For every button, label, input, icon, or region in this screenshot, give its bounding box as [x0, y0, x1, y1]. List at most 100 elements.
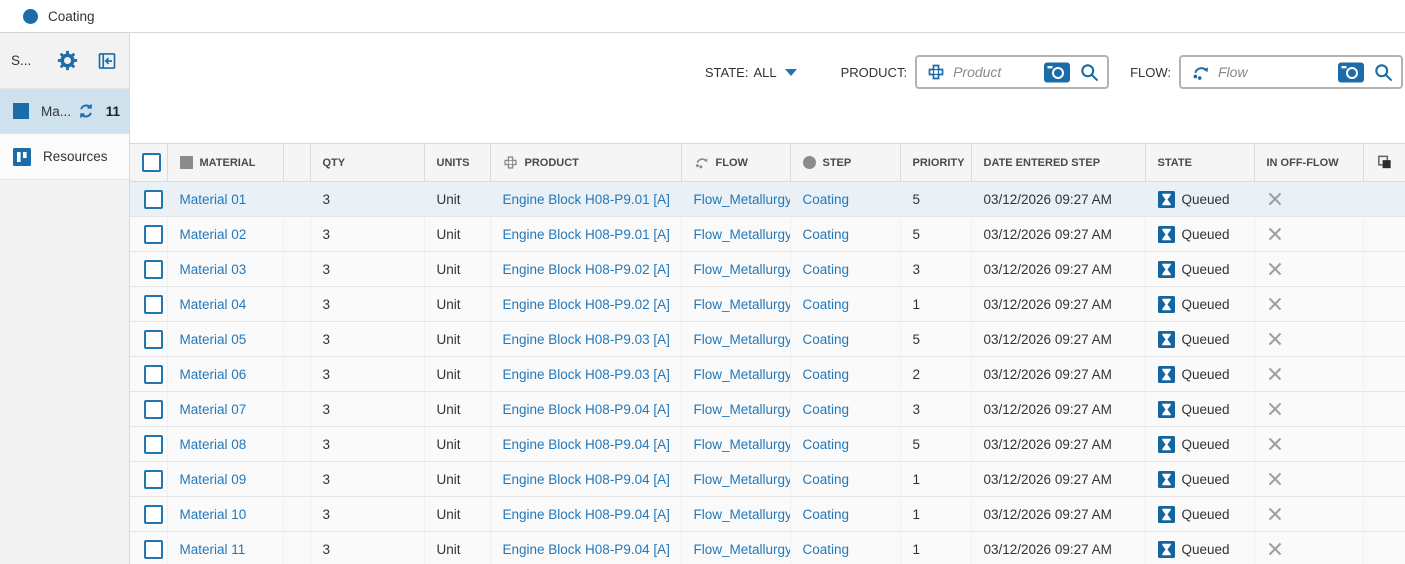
table-body: Material 01 3 Unit Engine Block H08-P9.01 [… — [130, 182, 1405, 564]
material-link[interactable]: Material 09 — [180, 472, 247, 487]
flow-link[interactable]: Flow_Metallurgy — [694, 437, 791, 452]
product-search-input[interactable]: Product — [915, 55, 1109, 89]
material-link[interactable]: Material 03 — [180, 262, 247, 277]
row-checkbox[interactable] — [144, 470, 163, 489]
units-cell: Unit — [424, 182, 490, 217]
row-checkbox[interactable] — [144, 260, 163, 279]
row-checkbox[interactable] — [144, 540, 163, 559]
priority-cell: 3 — [900, 392, 971, 427]
product-link[interactable]: Engine Block H08-P9.03 [A] — [503, 367, 670, 382]
flow-search-input[interactable]: Flow — [1179, 55, 1403, 89]
product-link[interactable]: Engine Block H08-P9.04 [A] — [503, 402, 670, 417]
collapse-panel-icon[interactable] — [97, 51, 117, 71]
flow-link[interactable]: Flow_Metallurgy — [694, 297, 791, 312]
material-link[interactable]: Material 04 — [180, 297, 247, 312]
flow-link[interactable]: Flow_Metallurgy — [694, 262, 791, 277]
state-filter-label: STATE: — [705, 65, 749, 80]
material-link[interactable]: Material 02 — [180, 227, 247, 242]
material-link[interactable]: Material 05 — [180, 332, 247, 347]
offflow-x-icon — [1267, 401, 1363, 417]
flow-link[interactable]: Flow_Metallurgy — [694, 367, 791, 382]
priority-cell: 2 — [900, 357, 971, 392]
step-link[interactable]: Coating — [803, 262, 850, 277]
sidebar-item-materials[interactable]: Ma... 11 — [0, 88, 129, 134]
row-checkbox[interactable] — [144, 400, 163, 419]
flow-link[interactable]: Flow_Metallurgy — [694, 507, 791, 522]
search-icon[interactable] — [1079, 62, 1100, 83]
flow-link[interactable]: Flow_Metallurgy — [694, 192, 791, 207]
step-link[interactable]: Coating — [803, 507, 850, 522]
empty-cell — [1363, 287, 1405, 322]
column-header-date[interactable]: DATE ENTERED STEP — [971, 144, 1145, 182]
product-link[interactable]: Engine Block H08-P9.04 [A] — [503, 437, 670, 452]
gear-icon[interactable] — [57, 50, 78, 71]
product-link[interactable]: Engine Block H08-P9.02 [A] — [503, 297, 670, 312]
row-checkbox[interactable] — [144, 505, 163, 524]
spacer-cell — [283, 217, 310, 252]
queued-state-icon — [1158, 436, 1175, 453]
spacer-cell — [283, 252, 310, 287]
table-row: Material 053UnitEngine Block H08-P9.03 [… — [130, 322, 1405, 357]
product-link[interactable]: Engine Block H08-P9.01 [A] — [503, 192, 670, 207]
material-link[interactable]: Material 10 — [180, 507, 247, 522]
table-row: Material 073UnitEngine Block H08-P9.04 [… — [130, 392, 1405, 427]
flow-link[interactable]: Flow_Metallurgy — [694, 542, 791, 557]
step-link[interactable]: Coating — [803, 437, 850, 452]
row-checkbox[interactable] — [144, 330, 163, 349]
column-header-units[interactable]: UNITS — [424, 144, 490, 182]
step-link[interactable]: Coating — [803, 542, 850, 557]
product-link[interactable]: Engine Block H08-P9.04 [A] — [503, 507, 670, 522]
column-header-state[interactable]: STATE — [1145, 144, 1254, 182]
column-header-product[interactable]: PRODUCT — [525, 157, 579, 169]
refresh-icon[interactable] — [77, 102, 95, 120]
product-link[interactable]: Engine Block H08-P9.01 [A] — [503, 227, 670, 242]
column-header-flow[interactable]: FLOW — [716, 157, 748, 169]
material-link[interactable]: Material 11 — [180, 542, 246, 557]
step-link[interactable]: Coating — [803, 192, 850, 207]
select-all-checkbox[interactable] — [142, 153, 161, 172]
row-checkbox[interactable] — [144, 225, 163, 244]
offflow-x-icon — [1267, 261, 1363, 277]
flow-link[interactable]: Flow_Metallurgy — [694, 472, 791, 487]
date-entered-cell: 03/12/2026 09:27 AM — [971, 252, 1145, 287]
column-header-qty[interactable]: QTY — [310, 144, 424, 182]
state-label: Queued — [1182, 192, 1230, 207]
flow-link[interactable]: Flow_Metallurgy — [694, 332, 791, 347]
material-link[interactable]: Material 08 — [180, 437, 247, 452]
row-checkbox[interactable] — [144, 190, 163, 209]
date-entered-cell: 03/12/2026 09:27 AM — [971, 182, 1145, 217]
step-link[interactable]: Coating — [803, 227, 850, 242]
search-icon[interactable] — [1373, 62, 1394, 83]
row-checkbox[interactable] — [144, 435, 163, 454]
step-link[interactable]: Coating — [803, 472, 850, 487]
empty-cell — [1363, 497, 1405, 532]
priority-cell: 1 — [900, 287, 971, 322]
product-link[interactable]: Engine Block H08-P9.02 [A] — [503, 262, 670, 277]
product-link[interactable]: Engine Block H08-P9.04 [A] — [503, 542, 670, 557]
flow-link[interactable]: Flow_Metallurgy — [694, 402, 791, 417]
chevron-down-icon — [785, 69, 797, 76]
camera-scan-icon[interactable] — [1338, 62, 1364, 83]
product-link[interactable]: Engine Block H08-P9.03 [A] — [503, 332, 670, 347]
step-link[interactable]: Coating — [803, 297, 850, 312]
column-header-offflow[interactable]: IN OFF-FLOW — [1254, 144, 1363, 182]
units-cell: Unit — [424, 497, 490, 532]
camera-scan-icon[interactable] — [1044, 62, 1070, 83]
column-header-step[interactable]: STEP — [823, 157, 852, 169]
column-header-material[interactable]: MATERIAL — [200, 157, 256, 169]
manage-columns-icon[interactable] — [1364, 154, 1405, 171]
material-link[interactable]: Material 07 — [180, 402, 247, 417]
row-checkbox[interactable] — [144, 295, 163, 314]
step-link[interactable]: Coating — [803, 367, 850, 382]
sidebar-item-label: Ma... — [41, 104, 71, 119]
material-link[interactable]: Material 06 — [180, 367, 247, 382]
sidebar-item-resources[interactable]: Resources — [0, 134, 129, 180]
state-filter-dropdown[interactable]: STATE: ALL — [705, 65, 797, 80]
flow-link[interactable]: Flow_Metallurgy — [694, 227, 791, 242]
step-link[interactable]: Coating — [803, 402, 850, 417]
step-link[interactable]: Coating — [803, 332, 850, 347]
material-link[interactable]: Material 01 — [180, 192, 247, 207]
row-checkbox[interactable] — [144, 365, 163, 384]
product-link[interactable]: Engine Block H08-P9.04 [A] — [503, 472, 670, 487]
column-header-priority[interactable]: PRIORITY — [900, 144, 971, 182]
